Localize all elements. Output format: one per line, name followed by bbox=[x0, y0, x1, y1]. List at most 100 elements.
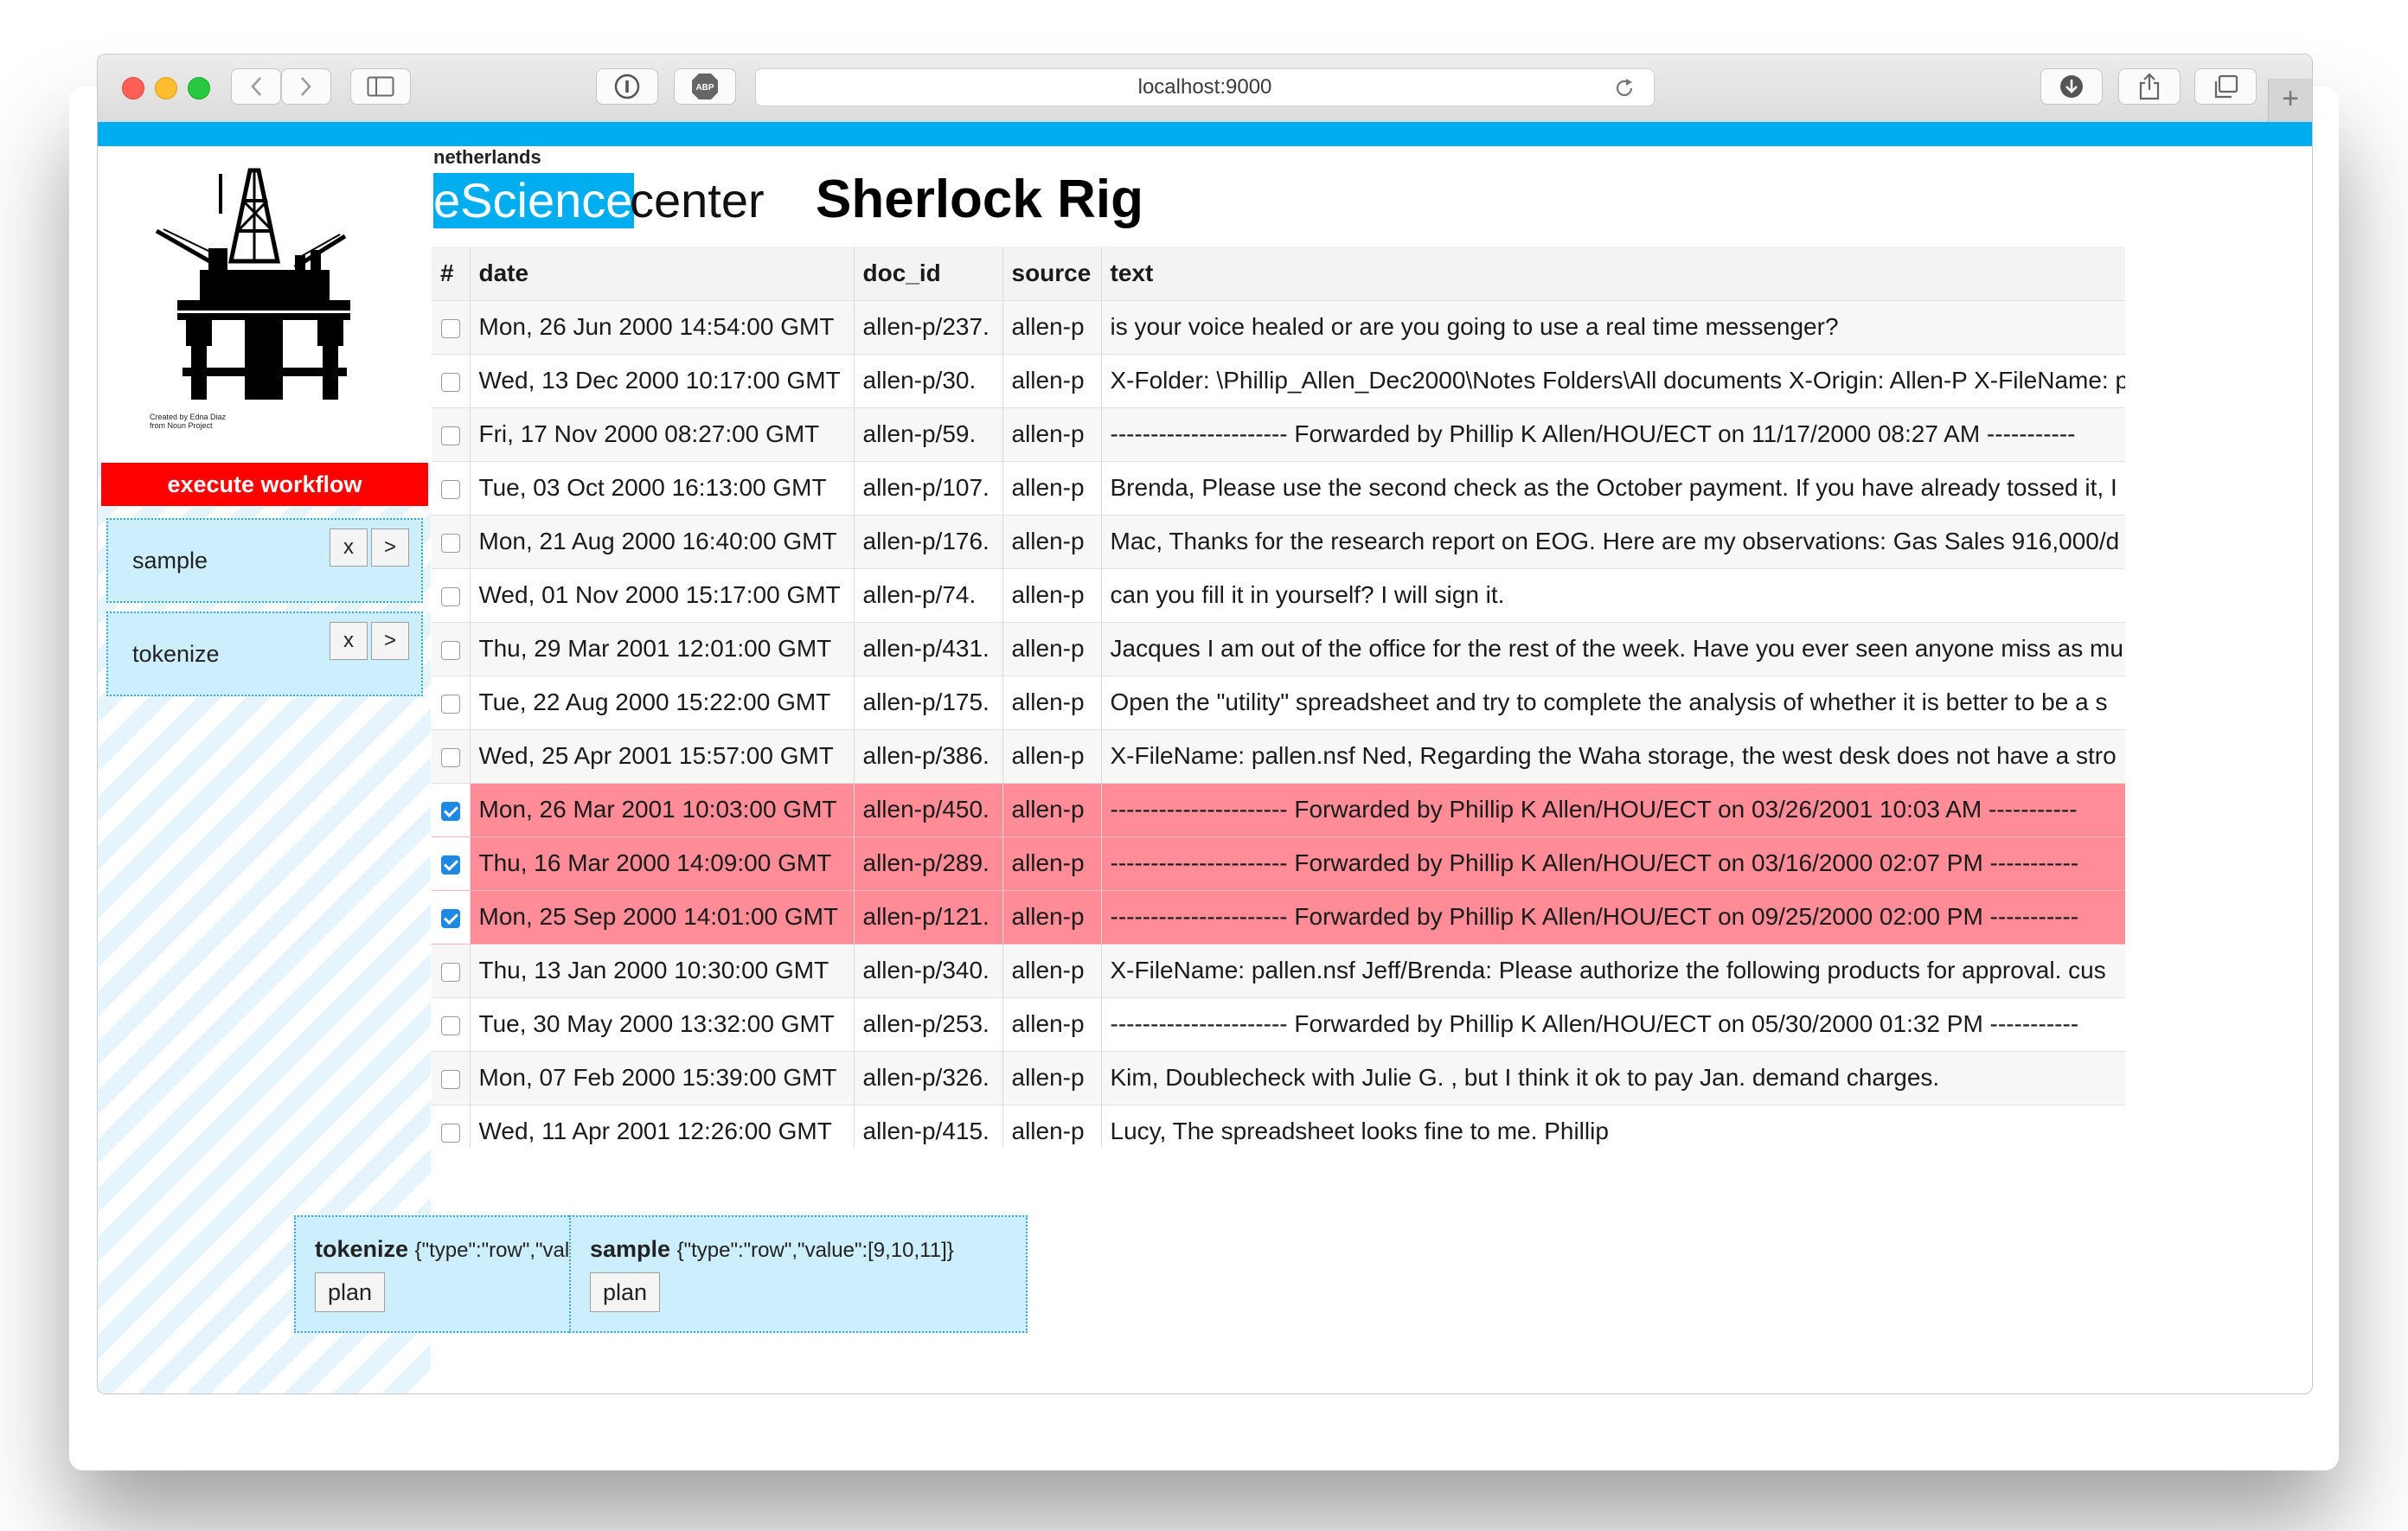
cell-date: Mon, 21 Aug 2000 16:40:00 GMT bbox=[470, 515, 855, 569]
row-select-cell bbox=[432, 1051, 471, 1105]
cell-text: Brenda, Please use the second check as t… bbox=[1101, 461, 2125, 516]
adblock-icon: ABP bbox=[692, 74, 718, 99]
table-row[interactable]: Thu, 29 Mar 2001 12:01:00 GMT allen-p/431… bbox=[432, 622, 2125, 676]
row-checkbox[interactable] bbox=[440, 1123, 460, 1143]
tabs-overview-button[interactable] bbox=[2194, 68, 2257, 105]
next-step-button[interactable]: > bbox=[371, 528, 409, 567]
cell-doc-id: allen-p/237. bbox=[854, 300, 1003, 355]
download-icon bbox=[2060, 75, 2083, 98]
table-row[interactable]: Tue, 22 Aug 2000 15:22:00 GMT allen-p/175… bbox=[432, 676, 2125, 730]
execute-workflow-button[interactable]: execute workflow bbox=[101, 463, 428, 506]
address-bar[interactable]: localhost:9000 bbox=[755, 68, 1655, 106]
cell-source: allen-p bbox=[1002, 1105, 1102, 1148]
cell-doc-id: allen-p/289. bbox=[854, 836, 1003, 891]
plan-button[interactable]: plan bbox=[590, 1272, 661, 1312]
table-row[interactable]: Wed, 13 Dec 2000 10:17:00 GMT allen-p/30.… bbox=[432, 354, 2125, 408]
row-checkbox[interactable] bbox=[440, 801, 460, 821]
row-checkbox[interactable] bbox=[440, 640, 460, 660]
row-checkbox[interactable] bbox=[440, 747, 460, 767]
table-row[interactable]: Mon, 26 Mar 2001 10:03:00 GMT allen-p/450… bbox=[432, 783, 2125, 837]
column-header-date[interactable]: date bbox=[470, 247, 855, 301]
column-header-index[interactable]: # bbox=[432, 247, 471, 301]
documents-table: # date doc_id source text Mon, 26 Jun 20… bbox=[432, 247, 2125, 1148]
row-checkbox[interactable] bbox=[440, 372, 460, 392]
adblock-button[interactable]: ABP bbox=[674, 68, 736, 105]
plan-button[interactable]: plan bbox=[315, 1272, 386, 1312]
sidebar-toggle-button[interactable] bbox=[350, 68, 411, 105]
new-tab-button[interactable]: + bbox=[2268, 79, 2312, 122]
table-row[interactable]: Wed, 25 Apr 2001 15:57:00 GMT allen-p/386… bbox=[432, 729, 2125, 784]
table-row[interactable]: Mon, 21 Aug 2000 16:40:00 GMT allen-p/176… bbox=[432, 515, 2125, 569]
cell-text: can you fill it in yourself? I will sign… bbox=[1101, 568, 2125, 623]
cell-doc-id: allen-p/176. bbox=[854, 515, 1003, 569]
reload-icon[interactable] bbox=[1614, 78, 1635, 99]
cell-source: allen-p bbox=[1002, 836, 1102, 891]
cell-text: Open the "utility" spreadsheet and try t… bbox=[1101, 676, 2125, 730]
table-row[interactable]: Wed, 11 Apr 2001 12:26:00 GMT allen-p/415… bbox=[432, 1105, 2125, 1148]
row-checkbox[interactable] bbox=[440, 962, 460, 982]
row-select-cell bbox=[432, 622, 471, 676]
row-checkbox[interactable] bbox=[440, 426, 460, 445]
row-checkbox[interactable] bbox=[440, 1069, 460, 1089]
close-window-button[interactable] bbox=[122, 77, 144, 99]
workflow-step-sample[interactable]: sample x > bbox=[106, 518, 423, 603]
plan-card-name: tokenize bbox=[315, 1236, 409, 1262]
workflow-step-tokenize[interactable]: tokenize x > bbox=[106, 612, 423, 696]
cell-doc-id: allen-p/415. bbox=[854, 1105, 1003, 1148]
share-button[interactable] bbox=[2118, 68, 2181, 105]
cell-doc-id: allen-p/386. bbox=[854, 729, 1003, 784]
row-checkbox[interactable] bbox=[440, 694, 460, 714]
cell-text: X-FileName: pallen.nsf Jeff/Brenda: Plea… bbox=[1101, 944, 2125, 998]
row-select-cell bbox=[432, 461, 471, 516]
cell-date: Wed, 25 Apr 2001 15:57:00 GMT bbox=[470, 729, 855, 784]
row-checkbox[interactable] bbox=[440, 1015, 460, 1035]
plan-card-sample: sample {"type":"row","value":[9,10,11]} … bbox=[569, 1215, 1028, 1333]
row-checkbox[interactable] bbox=[440, 318, 460, 338]
column-header-source[interactable]: source bbox=[1002, 247, 1102, 301]
table-row[interactable]: Tue, 03 Oct 2000 16:13:00 GMT allen-p/107… bbox=[432, 461, 2125, 516]
logo-credit-line1: Created by Edna Diaz bbox=[150, 413, 227, 421]
downloads-button[interactable] bbox=[2040, 68, 2103, 105]
minimize-window-button[interactable] bbox=[155, 77, 177, 99]
remove-step-button[interactable]: x bbox=[330, 528, 368, 567]
back-button[interactable] bbox=[231, 68, 281, 105]
row-checkbox[interactable] bbox=[440, 479, 460, 499]
logo-credit: Created by Edna Diaz from Noun Project bbox=[150, 413, 226, 430]
row-checkbox[interactable] bbox=[440, 908, 460, 928]
row-select-cell bbox=[432, 676, 471, 730]
privacy-button[interactable] bbox=[596, 68, 658, 105]
table-row[interactable]: Fri, 17 Nov 2000 08:27:00 GMT allen-p/59.… bbox=[432, 407, 2125, 462]
row-select-cell bbox=[432, 354, 471, 408]
row-select-cell bbox=[432, 568, 471, 623]
table-row[interactable]: Thu, 16 Mar 2000 14:09:00 GMT allen-p/289… bbox=[432, 836, 2125, 891]
cell-source: allen-p bbox=[1002, 354, 1102, 408]
row-checkbox[interactable] bbox=[440, 533, 460, 553]
row-checkbox[interactable] bbox=[440, 855, 460, 874]
column-header-text[interactable]: text bbox=[1101, 247, 2125, 301]
table-row[interactable]: Wed, 01 Nov 2000 15:17:00 GMT allen-p/74.… bbox=[432, 568, 2125, 623]
table-row[interactable]: Thu, 13 Jan 2000 10:30:00 GMT allen-p/340… bbox=[432, 944, 2125, 998]
cell-date: Fri, 17 Nov 2000 08:27:00 GMT bbox=[470, 407, 855, 462]
remove-step-button[interactable]: x bbox=[330, 622, 368, 660]
svg-text:ABP: ABP bbox=[695, 83, 714, 93]
plan-card-value: {"type":"row","value":[9,10,11]} bbox=[676, 1239, 954, 1262]
next-step-button[interactable]: > bbox=[371, 622, 409, 660]
cell-source: allen-p bbox=[1002, 568, 1102, 623]
table-row[interactable]: Mon, 07 Feb 2000 15:39:00 GMT allen-p/326… bbox=[432, 1051, 2125, 1105]
column-header-doc-id[interactable]: doc_id bbox=[854, 247, 1003, 301]
forward-button[interactable] bbox=[281, 68, 331, 105]
table-row[interactable]: Mon, 25 Sep 2000 14:01:00 GMT allen-p/121… bbox=[432, 890, 2125, 945]
cell-text: ---------------------- Forwarded by Phil… bbox=[1101, 997, 2125, 1052]
chevron-right-icon bbox=[301, 77, 311, 96]
page-title: Sherlock Rig bbox=[816, 170, 1143, 229]
row-checkbox[interactable] bbox=[440, 586, 460, 606]
row-select-cell bbox=[432, 515, 471, 569]
cell-source: allen-p bbox=[1002, 997, 1102, 1052]
table-row[interactable]: Mon, 26 Jun 2000 14:54:00 GMT allen-p/237… bbox=[432, 300, 2125, 355]
table-row[interactable]: Tue, 30 May 2000 13:32:00 GMT allen-p/253… bbox=[432, 997, 2125, 1052]
documents-table-container[interactable]: # date doc_id source text Mon, 26 Jun 20… bbox=[432, 247, 2125, 1148]
cell-date: Thu, 16 Mar 2000 14:09:00 GMT bbox=[470, 836, 855, 891]
brand-country: netherlands bbox=[433, 146, 541, 168]
cell-doc-id: allen-p/450. bbox=[854, 783, 1003, 837]
zoom-window-button[interactable] bbox=[188, 77, 210, 99]
